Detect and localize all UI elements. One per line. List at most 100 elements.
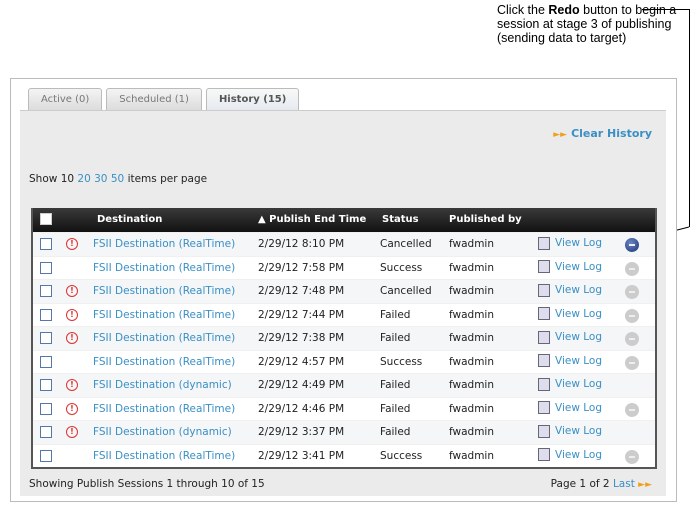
destination-link[interactable]: FSII Destination (RealTime) xyxy=(93,280,235,303)
tab-scheduled[interactable]: Scheduled (1) xyxy=(106,88,202,110)
view-log-link[interactable]: View Log xyxy=(538,304,602,324)
pagination: Page 1 of 2 Last ►► xyxy=(551,478,652,490)
publish-end-time: 2/29/12 4:49 PM xyxy=(258,379,345,391)
table-header: Destination ▲ Publish End Time Status Pu… xyxy=(33,208,655,232)
published-by: fwadmin xyxy=(449,238,494,250)
destination-link[interactable]: FSII Destination (RealTime) xyxy=(93,233,235,256)
view-log-label: View Log xyxy=(555,378,603,390)
per-page-20[interactable]: 20 xyxy=(77,173,90,185)
items-per-page: Show 10 20 30 50 items per page xyxy=(29,173,207,185)
showing-summary: Showing Publish Sessions 1 through 10 of… xyxy=(29,478,265,490)
status: Success xyxy=(380,355,423,368)
view-log-link[interactable]: View Log xyxy=(538,421,602,441)
alert-icon: ! xyxy=(66,402,78,415)
view-log-label: View Log xyxy=(555,448,603,461)
view-log-link[interactable]: View Log xyxy=(538,398,602,418)
published-by: fwadmin xyxy=(449,402,494,415)
row-checkbox[interactable] xyxy=(40,308,52,321)
view-log-label: View Log xyxy=(555,425,603,437)
destination-link[interactable]: FSII Destination (RealTime) xyxy=(93,351,235,374)
alert-icon: ! xyxy=(66,308,78,321)
status: Failed xyxy=(380,379,411,391)
view-log-link[interactable]: View Log xyxy=(538,351,602,371)
row-checkbox[interactable] xyxy=(40,379,52,391)
table-row: ! FSII Destination (RealTime) 2/29/12 7:4… xyxy=(33,279,655,303)
view-log-link[interactable]: View Log xyxy=(538,233,602,253)
col-destination[interactable]: Destination xyxy=(97,208,162,231)
publish-end-time: 2/29/12 7:48 PM xyxy=(258,285,345,297)
log-book-icon xyxy=(538,377,550,391)
redo-button[interactable] xyxy=(625,238,639,252)
row-checkbox[interactable] xyxy=(40,449,52,462)
double-arrow-icon: ►► xyxy=(553,130,568,140)
row-checkbox[interactable] xyxy=(40,261,52,274)
log-book-icon xyxy=(538,283,550,297)
show-label: Show xyxy=(29,173,58,185)
table-row: ! FSII Destination (RealTime) 2/29/12 7:4… xyxy=(33,302,655,327)
view-log-label: View Log xyxy=(555,331,603,343)
per-page-30[interactable]: 30 xyxy=(94,173,107,185)
destination-link[interactable]: FSII Destination (RealTime) xyxy=(93,445,235,468)
row-checkbox[interactable] xyxy=(40,355,52,368)
select-all-checkbox[interactable] xyxy=(40,213,52,225)
destination-link[interactable]: FSII Destination (RealTime) xyxy=(93,327,235,350)
page-indicator: Page 1 of 2 xyxy=(550,478,610,490)
redo-button[interactable] xyxy=(625,402,639,417)
col-publish-end-time[interactable]: ▲ Publish End Time xyxy=(258,208,366,231)
history-panel: ►► Clear History Show 10 20 30 50 items p… xyxy=(20,110,666,496)
tab-bar: Active (0) Scheduled (1) History (15) xyxy=(28,88,300,110)
destination-link[interactable]: FSII Destination (RealTime) xyxy=(93,257,235,280)
row-checkbox[interactable] xyxy=(40,332,52,344)
redo-button[interactable] xyxy=(625,449,639,464)
published-by: fwadmin xyxy=(449,332,494,344)
view-log-link[interactable]: View Log xyxy=(538,327,602,347)
row-checkbox[interactable] xyxy=(40,402,52,415)
row-checkbox[interactable] xyxy=(40,238,52,250)
table-row: FSII Destination (RealTime) 2/29/12 4:57… xyxy=(33,349,655,374)
destination-link[interactable]: FSII Destination (dynamic) xyxy=(93,421,232,444)
log-book-icon xyxy=(538,260,550,273)
destination-link[interactable]: FSII Destination (dynamic) xyxy=(93,374,232,397)
published-by: fwadmin xyxy=(449,426,494,438)
log-book-icon xyxy=(538,448,550,461)
tab-active[interactable]: Active (0) xyxy=(28,88,103,110)
redo-button[interactable] xyxy=(625,308,639,323)
publish-end-time: 2/29/12 7:44 PM xyxy=(258,308,345,321)
view-log-link[interactable]: View Log xyxy=(538,257,602,277)
history-table: Destination ▲ Publish End Time Status Pu… xyxy=(31,208,657,469)
row-checkbox[interactable] xyxy=(40,426,52,438)
view-log-link[interactable]: View Log xyxy=(538,280,602,300)
view-log-link[interactable]: View Log xyxy=(538,374,602,394)
table-row: ! FSII Destination (RealTime) 2/29/12 4:4… xyxy=(33,396,655,421)
per-page-suffix: items per page xyxy=(127,173,208,185)
last-page-link[interactable]: Last xyxy=(613,478,635,490)
destination-link[interactable]: FSII Destination (RealTime) xyxy=(93,304,235,327)
view-log-label: View Log xyxy=(555,401,603,414)
redo-button[interactable] xyxy=(625,285,639,299)
redo-button[interactable] xyxy=(625,261,639,276)
col-status[interactable]: Status xyxy=(382,208,419,231)
log-book-icon xyxy=(538,424,550,438)
col-published-by[interactable]: Published by xyxy=(449,208,522,231)
view-log-label: View Log xyxy=(555,284,603,296)
per-page-current: 10 xyxy=(60,173,75,185)
tab-history[interactable]: History (15) xyxy=(205,88,300,110)
view-log-link[interactable]: View Log xyxy=(538,445,602,465)
redo-button[interactable] xyxy=(625,332,639,346)
publish-end-time: 2/29/12 3:41 PM xyxy=(258,449,345,462)
log-book-icon xyxy=(538,330,550,344)
published-by: fwadmin xyxy=(449,449,494,462)
table-row: FSII Destination (RealTime) 2/29/12 3:41… xyxy=(33,443,655,468)
log-book-icon xyxy=(538,354,550,367)
table-row: ! FSII Destination (RealTime) 2/29/12 8:1… xyxy=(33,232,655,256)
clear-history-button[interactable]: ►► Clear History xyxy=(553,127,652,140)
published-by: fwadmin xyxy=(449,379,494,391)
destination-link[interactable]: FSII Destination (RealTime) xyxy=(93,398,235,421)
table-row: ! FSII Destination (RealTime) 2/29/12 7:3… xyxy=(33,326,655,350)
row-checkbox[interactable] xyxy=(40,285,52,297)
per-page-50[interactable]: 50 xyxy=(111,173,124,185)
publish-end-time: 2/29/12 3:37 PM xyxy=(258,426,345,438)
view-log-label: View Log xyxy=(555,307,603,320)
redo-button[interactable] xyxy=(625,355,639,370)
status: Failed xyxy=(380,308,411,321)
